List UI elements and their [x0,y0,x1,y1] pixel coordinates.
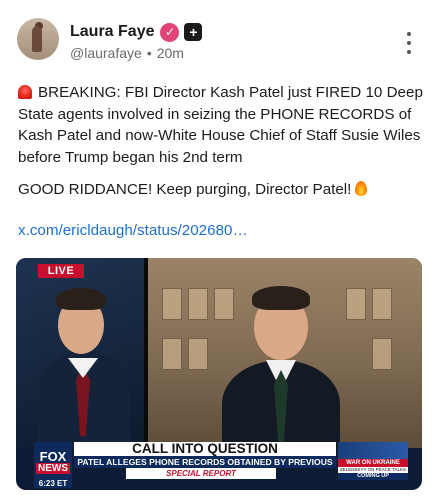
author-name-row: Laura Faye ✓ + [70,22,203,42]
post-timestamp[interactable]: 20m [157,45,184,61]
chyron-headline: CALL INTO QUESTION [74,442,336,456]
siren-icon [18,85,32,99]
meta-separator: • [146,45,152,61]
post-paragraph-2-row: GOOD RIDDANCE! Keep purging, Director Pa… [18,179,428,201]
post-text: BREAKING: FBI Director Kash Patel just F… [18,82,428,168]
video-thumbnail[interactable]: LIVE FOX NEWS 6:23 ET CALL INTO QUESTION… [16,258,422,490]
reporter-panel [148,258,422,448]
post-link[interactable]: x.com/ericldaugh/status/202680… [18,222,248,239]
coming-up-label: COMING UP [338,473,408,480]
author-meta: @laurafaye • 20m [70,45,184,61]
post-paragraph-2: GOOD RIDDANCE! Keep purging, Director Pa… [18,181,352,198]
social-post: Laura Faye ✓ + @laurafaye • 20m BREAKING… [0,0,438,500]
coming-up-box: WAR ON UKRAINE ZELENSKYY ON PEACE TALKS … [338,442,408,480]
coming-up-thumbnail [338,442,408,459]
anchor-panel [16,258,144,448]
author-handle[interactable]: @laurafaye [70,45,142,61]
logo-bottom: NEWS [36,463,70,474]
logo-top: FOX [39,449,67,464]
post-paragraph-1: BREAKING: FBI Director Kash Patel just F… [18,84,423,166]
news-lower-third: FOX NEWS 6:23 ET CALL INTO QUESTION PATE… [16,436,422,490]
chyron-subheadline: PATEL ALLEGES PHONE RECORDS OBTAINED BY … [74,456,336,479]
live-badge: LIVE [38,264,84,278]
fire-icon [355,181,368,196]
fox-news-logo: FOX NEWS [34,442,72,482]
broadcast-clock: 6:23 ET [34,479,72,488]
checkmark-badge-icon: ✓ [160,22,180,42]
plus-badge-icon: + [184,23,203,41]
coming-up-title: WAR ON UKRAINE [338,459,408,467]
more-options-icon[interactable] [400,32,418,54]
special-report-tag: SPECIAL REPORT [126,468,276,479]
author-avatar[interactable] [17,18,59,60]
author-name[interactable]: Laura Faye [70,23,154,41]
